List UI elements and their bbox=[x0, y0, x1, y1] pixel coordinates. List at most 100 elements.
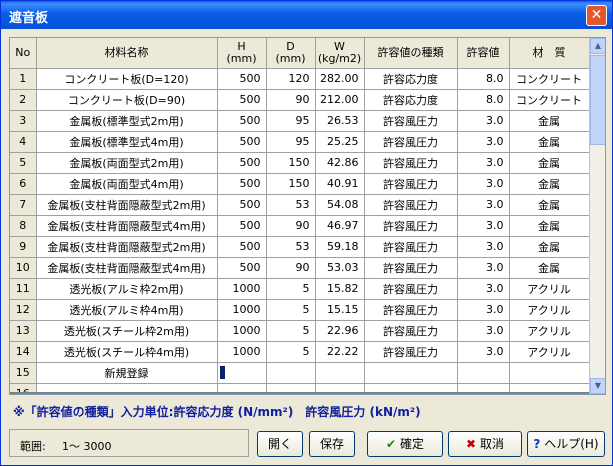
cell-allow[interactable]: 3.0 bbox=[457, 152, 510, 174]
scroll-up-arrow-icon[interactable]: ▲ bbox=[590, 38, 605, 54]
cell-h[interactable]: 500 bbox=[217, 173, 267, 195]
table-row[interactable]: 13 透光板(スチール枠2m用) 1000 5 22.96 許容風圧力 3.0 アクリル bbox=[10, 320, 590, 342]
table-row[interactable]: 15 新規登録 bbox=[10, 362, 590, 384]
cell-w[interactable]: 54.08 bbox=[315, 194, 365, 216]
cell-allow[interactable]: 3.0 bbox=[457, 131, 510, 153]
cell-material[interactable]: 金属 bbox=[509, 131, 590, 153]
cell-allow[interactable]: 3.0 bbox=[457, 173, 510, 195]
cell-type[interactable]: 許容風圧力 bbox=[364, 236, 458, 258]
cell-h[interactable]: 1000 bbox=[217, 278, 267, 300]
material-grid[interactable]: No 材料名称 H (mm) D (mm) W (kg/m2) 許容値の種類 許容値 … bbox=[9, 37, 606, 395]
cell-name[interactable]: 透光板(スチール枠4m用) bbox=[36, 341, 218, 363]
scroll-thumb[interactable] bbox=[590, 55, 605, 145]
cell-name[interactable]: コンクリート板(D=120) bbox=[36, 68, 218, 90]
cell-d[interactable]: 95 bbox=[266, 131, 316, 153]
cell-w[interactable] bbox=[315, 362, 365, 384]
cell-name[interactable]: 透光板(アルミ枠2m用) bbox=[36, 278, 218, 300]
table-row[interactable]: 14 透光板(スチール枠4m用) 1000 5 22.22 許容風圧力 3.0 アクリル bbox=[10, 341, 590, 363]
cell-h[interactable]: 500 bbox=[217, 236, 267, 258]
save-button[interactable]: 保存 bbox=[309, 431, 355, 457]
cell-w[interactable]: 25.25 bbox=[315, 131, 365, 153]
cell-w[interactable]: 15.15 bbox=[315, 299, 365, 321]
cell-h[interactable]: 500 bbox=[217, 131, 267, 153]
table-row[interactable]: 3 金属板(標準型式2m用) 500 95 26.53 許容風圧力 3.0 金属 bbox=[10, 110, 590, 132]
cell-allow[interactable]: 3.0 bbox=[457, 320, 510, 342]
cell-allow[interactable]: 3.0 bbox=[457, 257, 510, 279]
cell-h[interactable]: 500 bbox=[217, 152, 267, 174]
table-row[interactable]: 1 コンクリート板(D=120) 500 120 282.00 許容応力度 8.0 コンクリー… bbox=[10, 68, 590, 90]
cell-name[interactable]: 金属板(両面型式2m用) bbox=[36, 152, 218, 174]
ok-button[interactable]: ✔ 確定 bbox=[367, 431, 443, 457]
cell-material[interactable]: アクリル bbox=[509, 278, 590, 300]
cell-w[interactable]: 212.00 bbox=[315, 89, 365, 111]
cell-material[interactable]: 金属 bbox=[509, 110, 590, 132]
cell-allow[interactable]: 3.0 bbox=[457, 278, 510, 300]
cell-material[interactable]: コンクリート bbox=[509, 68, 590, 90]
scroll-down-arrow-icon[interactable]: ▼ bbox=[590, 378, 605, 394]
cell-w[interactable]: 15.82 bbox=[315, 278, 365, 300]
cell-d[interactable]: 95 bbox=[266, 110, 316, 132]
cell-d[interactable]: 90 bbox=[266, 257, 316, 279]
cell-h[interactable]: 500 bbox=[217, 215, 267, 237]
cell-w[interactable]: 22.96 bbox=[315, 320, 365, 342]
cell-w[interactable]: 42.86 bbox=[315, 152, 365, 174]
cell-type[interactable]: 許容風圧力 bbox=[364, 131, 458, 153]
cell-name[interactable]: 透光板(アルミ枠4m用) bbox=[36, 299, 218, 321]
cell-material[interactable]: 金属 bbox=[509, 194, 590, 216]
cell-h[interactable]: 1000 bbox=[217, 299, 267, 321]
cell-w[interactable]: 22.22 bbox=[315, 341, 365, 363]
cancel-button[interactable]: ✖ 取消 bbox=[448, 431, 522, 457]
table-row[interactable]: 6 金属板(両面型式4m用) 500 150 40.91 許容風圧力 3.0 金属 bbox=[10, 173, 590, 195]
cell-name[interactable]: 金属板(標準型式4m用) bbox=[36, 131, 218, 153]
table-row[interactable]: 7 金属板(支柱背面隠蔽型式2m用) 500 53 54.08 許容風圧力 3.0 金属 bbox=[10, 194, 590, 216]
cell-allow[interactable]: 3.0 bbox=[457, 194, 510, 216]
cell-material[interactable]: 金属 bbox=[509, 173, 590, 195]
cell-w[interactable]: 53.03 bbox=[315, 257, 365, 279]
cell-d[interactable]: 5 bbox=[266, 299, 316, 321]
table-row[interactable]: 5 金属板(両面型式2m用) 500 150 42.86 許容風圧力 3.0 金属 bbox=[10, 152, 590, 174]
cell-allow[interactable]: 8.0 bbox=[457, 89, 510, 111]
cell-d[interactable]: 150 bbox=[266, 152, 316, 174]
table-row[interactable]: 11 透光板(アルミ枠2m用) 1000 5 15.82 許容風圧力 3.0 アクリル bbox=[10, 278, 590, 300]
cell-d[interactable] bbox=[266, 362, 316, 384]
cell-h[interactable]: 1000 bbox=[217, 341, 267, 363]
cell-d[interactable]: 150 bbox=[266, 173, 316, 195]
cell-name[interactable]: 透光板(スチール枠2m用) bbox=[36, 320, 218, 342]
cell-type[interactable] bbox=[364, 362, 458, 384]
cell-material[interactable]: 金属 bbox=[509, 215, 590, 237]
cell-d[interactable]: 90 bbox=[266, 89, 316, 111]
cell-d[interactable]: 90 bbox=[266, 215, 316, 237]
cell-name[interactable]: コンクリート板(D=90) bbox=[36, 89, 218, 111]
cell-d[interactable]: 53 bbox=[266, 194, 316, 216]
cell-name[interactable]: 金属板(支柱背面隠蔽型式2m用) bbox=[36, 236, 218, 258]
cell-type[interactable]: 許容応力度 bbox=[364, 68, 458, 90]
cell-w[interactable]: 59.18 bbox=[315, 236, 365, 258]
cell-allow[interactable]: 3.0 bbox=[457, 341, 510, 363]
cell-h[interactable]: 500 bbox=[217, 194, 267, 216]
help-button[interactable]: ? ヘルプ(H) bbox=[527, 431, 605, 457]
cell-allow[interactable]: 8.0 bbox=[457, 68, 510, 90]
cell-name[interactable]: 金属板(支柱背面隠蔽型式2m用) bbox=[36, 194, 218, 216]
cell-type[interactable]: 許容風圧力 bbox=[364, 194, 458, 216]
cell-name[interactable]: 新規登録 bbox=[36, 362, 218, 384]
col-header-no[interactable]: No bbox=[10, 38, 37, 69]
cell-type[interactable]: 許容風圧力 bbox=[364, 278, 458, 300]
col-header-w[interactable]: W (kg/m2) bbox=[315, 38, 365, 69]
table-row[interactable]: 8 金属板(支柱背面隠蔽型式4m用) 500 90 46.97 許容風圧力 3.0 金属 bbox=[10, 215, 590, 237]
cell-h[interactable]: 500 bbox=[217, 110, 267, 132]
col-header-type[interactable]: 許容値の種類 bbox=[364, 38, 458, 69]
cell-allow[interactable]: 3.0 bbox=[457, 236, 510, 258]
table-row[interactable]: 9 金属板(支柱背面隠蔽型式2m用) 500 53 59.18 許容風圧力 3.0 金属 bbox=[10, 236, 590, 258]
cell-d[interactable]: 5 bbox=[266, 341, 316, 363]
vertical-scrollbar[interactable]: ▲ ▼ bbox=[589, 38, 605, 394]
cell-name[interactable]: 金属板(支柱背面隠蔽型式4m用) bbox=[36, 215, 218, 237]
cell-h[interactable] bbox=[217, 362, 267, 384]
cell-w[interactable]: 40.91 bbox=[315, 173, 365, 195]
cell-name[interactable]: 金属板(支柱背面隠蔽型式4m用) bbox=[36, 257, 218, 279]
cell-h[interactable]: 500 bbox=[217, 257, 267, 279]
cell-material[interactable]: 金属 bbox=[509, 236, 590, 258]
cell-material[interactable]: コンクリート bbox=[509, 89, 590, 111]
cell-type[interactable]: 許容風圧力 bbox=[364, 341, 458, 363]
cell-material[interactable]: アクリル bbox=[509, 341, 590, 363]
cell-name[interactable]: 金属板(標準型式2m用) bbox=[36, 110, 218, 132]
